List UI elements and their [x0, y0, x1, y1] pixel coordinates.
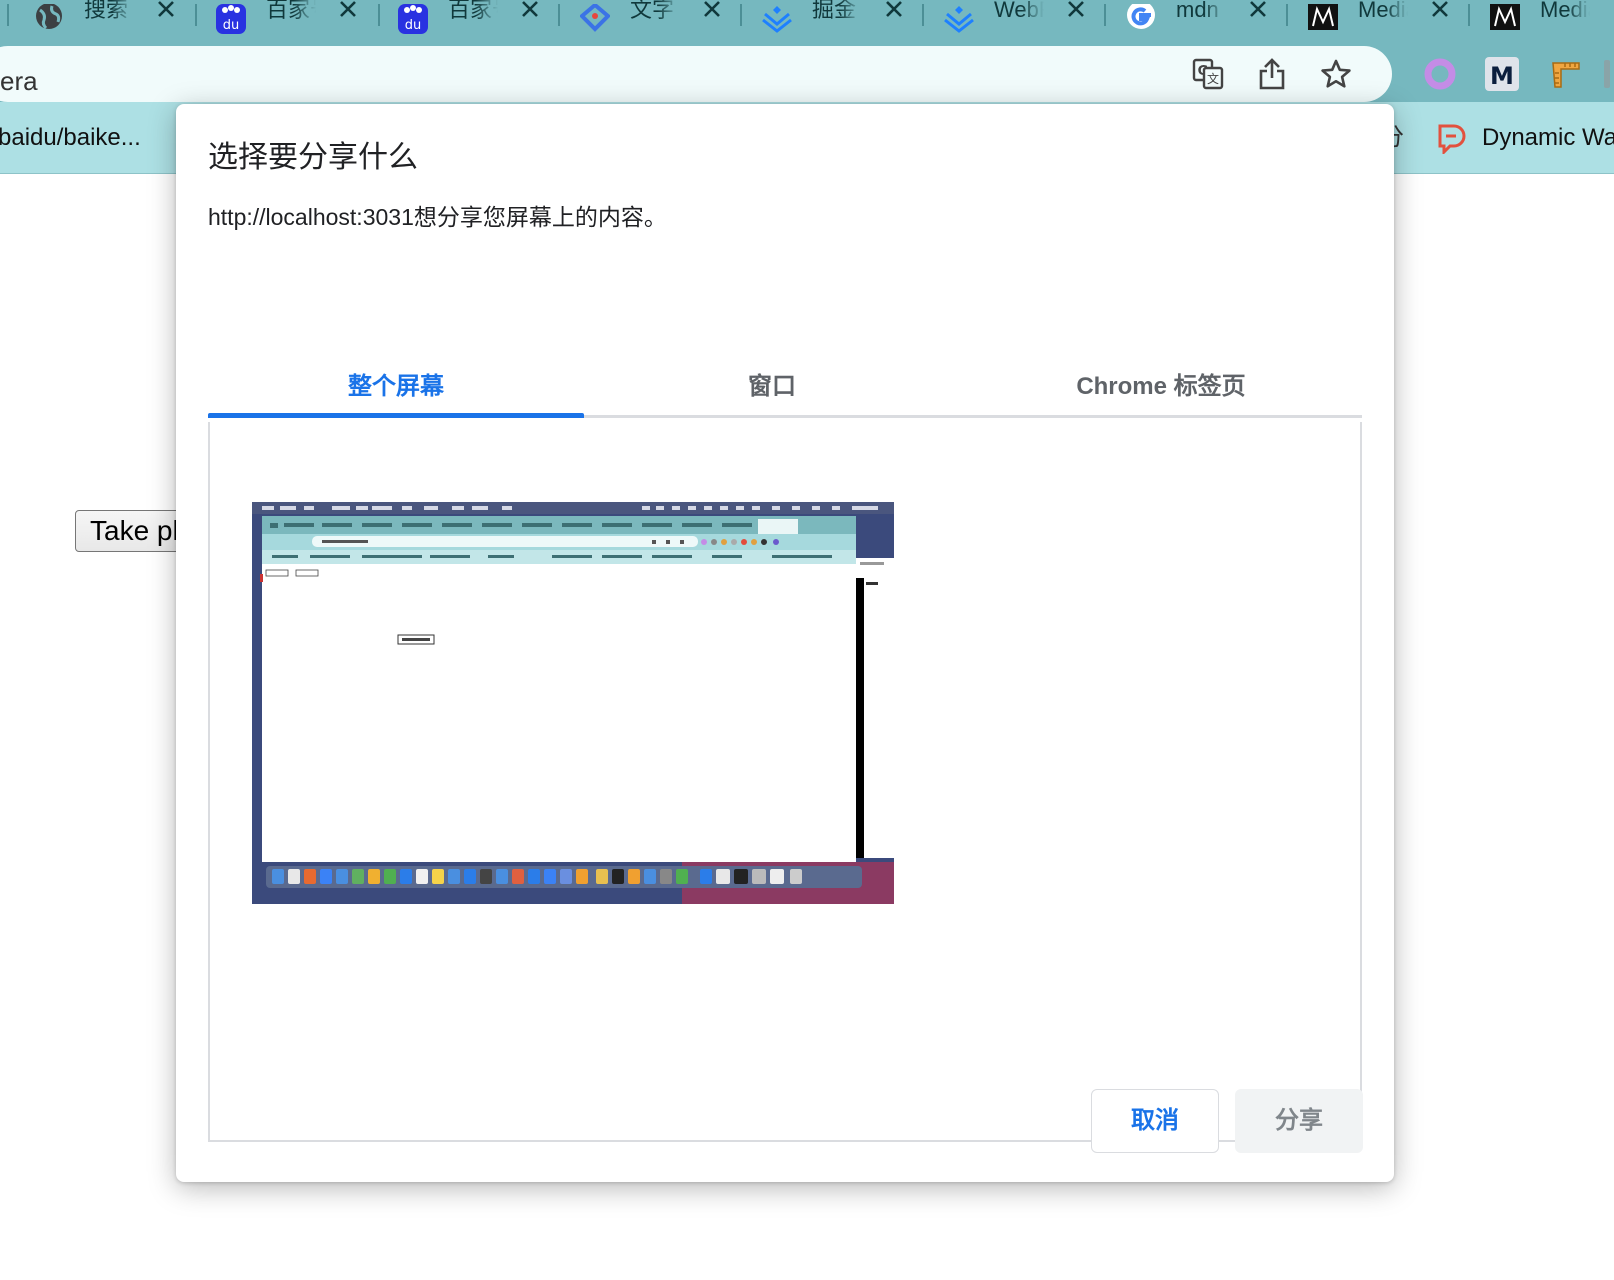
svg-text:文: 文 [1207, 71, 1219, 86]
tab-title: 搜索 [84, 0, 129, 22]
tab-separator [1286, 4, 1288, 26]
tab-window[interactable]: 窗口 [584, 372, 960, 402]
extension-ruler-icon[interactable] [1546, 54, 1586, 94]
juejin-icon [944, 4, 974, 34]
bookmark-item[interactable]: Dynamic Wa [1482, 124, 1614, 152]
juejin-icon [762, 4, 792, 34]
tab-chrome-tab[interactable]: Chrome 标签页 [960, 372, 1362, 402]
google-icon [1126, 4, 1156, 34]
close-icon[interactable] [700, 0, 724, 22]
close-icon[interactable] [1428, 0, 1452, 22]
svg-text:du: du [405, 18, 422, 33]
cancel-button[interactable]: 取消 [1091, 1089, 1219, 1153]
browser-toolbar: era G文 M [0, 38, 1614, 102]
tab-separator [922, 4, 924, 26]
close-icon[interactable] [1064, 0, 1088, 22]
tab-title: 掘金 [812, 0, 857, 22]
m-logo-icon [1490, 4, 1520, 34]
tab-separator [378, 4, 380, 26]
screen-preview-panel [208, 422, 1362, 1142]
share-icon[interactable] [1252, 54, 1292, 94]
translate-icon[interactable]: G文 [1188, 54, 1228, 94]
extension-partial-icon[interactable] [1598, 54, 1614, 94]
tab-strip: 搜索 du 百家号 du 百家号 文字 掘金 [0, 0, 1614, 38]
close-icon[interactable] [882, 0, 906, 22]
extension-circle-icon[interactable] [1420, 54, 1460, 94]
baidu-icon: du [216, 4, 246, 34]
svg-text:M: M [1490, 62, 1514, 90]
diamond-icon [580, 4, 610, 34]
close-icon[interactable] [154, 0, 178, 22]
browser-tab[interactable]: du 百家号 [216, 0, 376, 38]
browser-tab[interactable]: 掘金 [762, 0, 922, 38]
tab-separator [1104, 4, 1106, 26]
browser-tab[interactable]: WebR [944, 0, 1104, 38]
close-icon[interactable] [336, 0, 360, 22]
tab-entire-screen[interactable]: 整个屏幕 [208, 372, 584, 402]
star-icon[interactable] [1316, 54, 1356, 94]
dialog-title: 选择要分享什么 [208, 141, 418, 174]
browser-tab[interactable]: Media [1308, 0, 1468, 38]
screen-thumbnail[interactable] [252, 502, 894, 904]
tab-separator [740, 4, 742, 26]
tab-title: Media [1358, 0, 1408, 22]
tab-separator [558, 4, 560, 26]
svg-text:du: du [223, 18, 240, 33]
browser-tab[interactable]: 文字 [580, 0, 740, 38]
tab-title: 百家号 [448, 0, 498, 22]
active-tab-indicator [208, 413, 584, 418]
tab-title: WebR [994, 0, 1044, 22]
close-icon[interactable] [1246, 0, 1270, 22]
tab-separator [1468, 4, 1470, 26]
tab-title: 文字 [630, 0, 675, 22]
tab-separator [195, 4, 197, 26]
browser-tab[interactable]: 搜索 [34, 0, 194, 38]
browser-tab[interactable]: mdn [1126, 0, 1286, 38]
browser-tab[interactable]: du 百家号 [398, 0, 558, 38]
tab-separator [7, 4, 9, 26]
address-text: era [0, 66, 38, 96]
dialog-subtitle: http://localhost:3031想分享您屏幕上的内容。 [208, 204, 667, 230]
bookmark-item[interactable]: baidu/baike... [0, 124, 141, 152]
bookmark-favicon-icon [1432, 118, 1472, 158]
extension-m-icon[interactable]: M [1482, 54, 1522, 94]
tab-title: mdn [1176, 0, 1219, 22]
browser-tab[interactable]: Media [1490, 0, 1614, 38]
source-tabs: 整个屏幕 窗口 Chrome 标签页 [208, 354, 1362, 422]
baidu-icon: du [398, 4, 428, 34]
tab-title: Media [1540, 0, 1590, 22]
globe-icon [34, 4, 64, 34]
tab-title: 百家号 [266, 0, 316, 22]
m-logo-icon [1308, 4, 1338, 34]
close-icon[interactable] [518, 0, 542, 22]
share-screen-dialog: 选择要分享什么 http://localhost:3031想分享您屏幕上的内容。… [176, 104, 1394, 1182]
share-button[interactable]: 分享 [1235, 1089, 1363, 1153]
address-bar[interactable]: era G文 [0, 46, 1392, 102]
